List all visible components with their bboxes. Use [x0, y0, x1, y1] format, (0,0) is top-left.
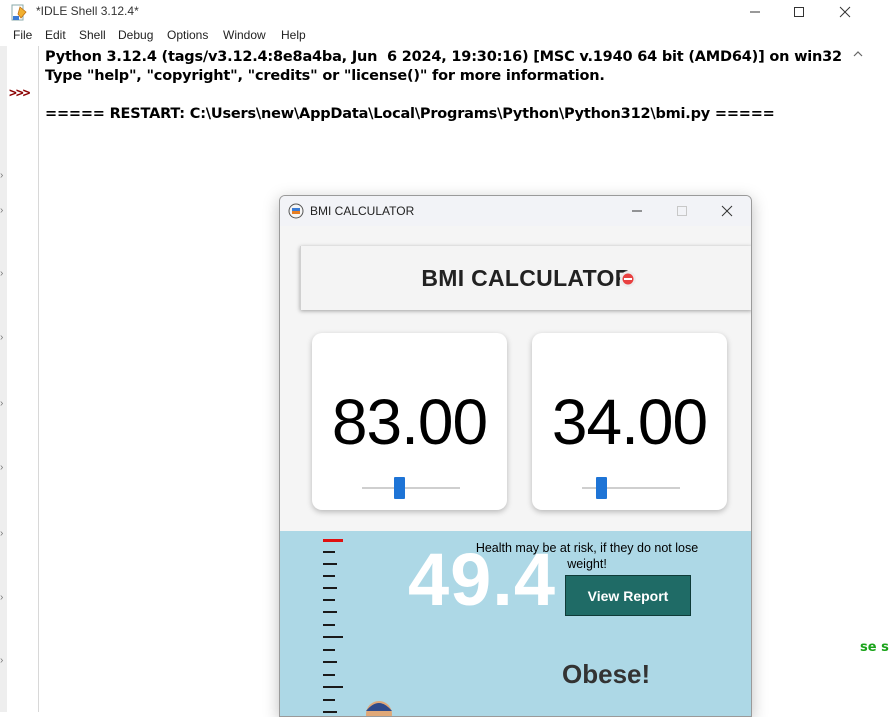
- bmi-header-panel: BMI CALCULATOR: [300, 246, 751, 310]
- menu-bar: File Edit Shell Debug Options Window Hel…: [0, 26, 895, 47]
- ruler-tick: [323, 575, 335, 577]
- ruler-tick: [323, 711, 337, 713]
- bmi-title-bar: BMI CALCULATOR: [280, 196, 751, 226]
- page-title: BMI CALCULATOR: [421, 265, 632, 291]
- scale-icon: [620, 271, 636, 287]
- bmi-content: BMI CALCULATOR 83.00 34.00 49.4 Health m…: [280, 226, 751, 716]
- menu-debug[interactable]: Debug: [118, 28, 153, 42]
- maximize-icon: [677, 206, 687, 216]
- menu-options[interactable]: Options: [167, 28, 208, 42]
- bmi-window-title: BMI CALCULATOR: [310, 204, 415, 218]
- chevron-right-icon: ›: [0, 205, 4, 216]
- background-window-text: se s: [860, 640, 889, 655]
- close-button[interactable]: [822, 0, 868, 24]
- bmi-scale-ruler: [320, 539, 348, 716]
- background-window-edge: [0, 46, 7, 712]
- idle-app-icon: [11, 4, 27, 21]
- shell-info-line: Type "help", "copyright", "credits" or "…: [45, 68, 605, 84]
- menu-help[interactable]: Help: [281, 28, 306, 42]
- ruler-tick: [323, 624, 335, 626]
- bmi-close-button[interactable]: [712, 200, 742, 222]
- view-report-button[interactable]: View Report: [565, 575, 691, 616]
- bmi-status-label: Obese!: [562, 659, 651, 689]
- ruler-tick: [323, 611, 337, 613]
- scroll-up-icon[interactable]: [853, 50, 863, 58]
- ruler-tick: [323, 636, 343, 638]
- chevron-right-icon: ›: [0, 462, 4, 473]
- shell-banner-line: Python 3.12.4 (tags/v3.12.4:8e8a4ba, Jun…: [45, 49, 842, 65]
- weight-card: 83.00: [312, 333, 507, 510]
- shell-prompt: >>>: [9, 86, 31, 101]
- close-icon: [839, 6, 851, 18]
- health-message: Health may be at risk, if they do not lo…: [475, 541, 699, 571]
- ruler-top-marker: [323, 539, 343, 542]
- chevron-right-icon: ›: [0, 170, 4, 181]
- bmi-result-panel: 49.4 Health may be at risk, if they do n…: [280, 531, 751, 716]
- chevron-right-icon: ›: [0, 655, 4, 666]
- chevron-right-icon: ›: [0, 528, 4, 539]
- ruler-tick: [323, 649, 335, 651]
- bmi-maximize-button: [667, 200, 697, 222]
- bmi-minimize-button[interactable]: [622, 200, 652, 222]
- ruler-tick: [323, 674, 335, 676]
- menu-file[interactable]: File: [13, 28, 32, 42]
- chevron-right-icon: ›: [0, 268, 4, 279]
- bmi-logo-icon: [288, 203, 304, 219]
- height-slider-thumb[interactable]: [596, 477, 607, 499]
- menu-edit[interactable]: Edit: [45, 28, 66, 42]
- minimize-icon: [632, 210, 642, 212]
- maximize-button[interactable]: [776, 0, 822, 24]
- idle-window-title: *IDLE Shell 3.12.4*: [36, 4, 139, 18]
- person-icon: [366, 701, 392, 716]
- weight-slider-thumb[interactable]: [394, 477, 405, 499]
- ruler-tick: [323, 551, 335, 553]
- shell-restart-line: ===== RESTART: C:\Users\new\AppData\Loca…: [45, 106, 775, 122]
- chevron-right-icon: ›: [0, 332, 4, 343]
- idle-title-bar: *IDLE Shell 3.12.4*: [0, 0, 895, 26]
- menu-window[interactable]: Window: [223, 28, 266, 42]
- ruler-tick: [323, 563, 337, 565]
- height-value: 34.00: [551, 386, 708, 458]
- close-icon: [721, 205, 733, 217]
- weight-value: 83.00: [331, 386, 488, 458]
- maximize-icon: [794, 7, 804, 17]
- ruler-tick: [323, 699, 335, 701]
- bmi-window: BMI CALCULATOR BMI CALCULATOR 83.00 34.0…: [279, 195, 752, 717]
- minimize-button[interactable]: [732, 0, 778, 24]
- height-card: 34.00: [532, 333, 727, 510]
- chevron-right-icon: ›: [0, 592, 4, 603]
- ruler-tick: [323, 599, 335, 601]
- ruler-tick: [323, 686, 343, 688]
- minimize-icon: [750, 11, 760, 13]
- ruler-tick: [323, 587, 337, 589]
- vertical-scrollbar[interactable]: [867, 46, 895, 712]
- ruler-tick: [323, 661, 337, 663]
- weight-slider-track[interactable]: [362, 487, 460, 489]
- chevron-right-icon: ›: [0, 398, 4, 409]
- menu-shell[interactable]: Shell: [79, 28, 106, 42]
